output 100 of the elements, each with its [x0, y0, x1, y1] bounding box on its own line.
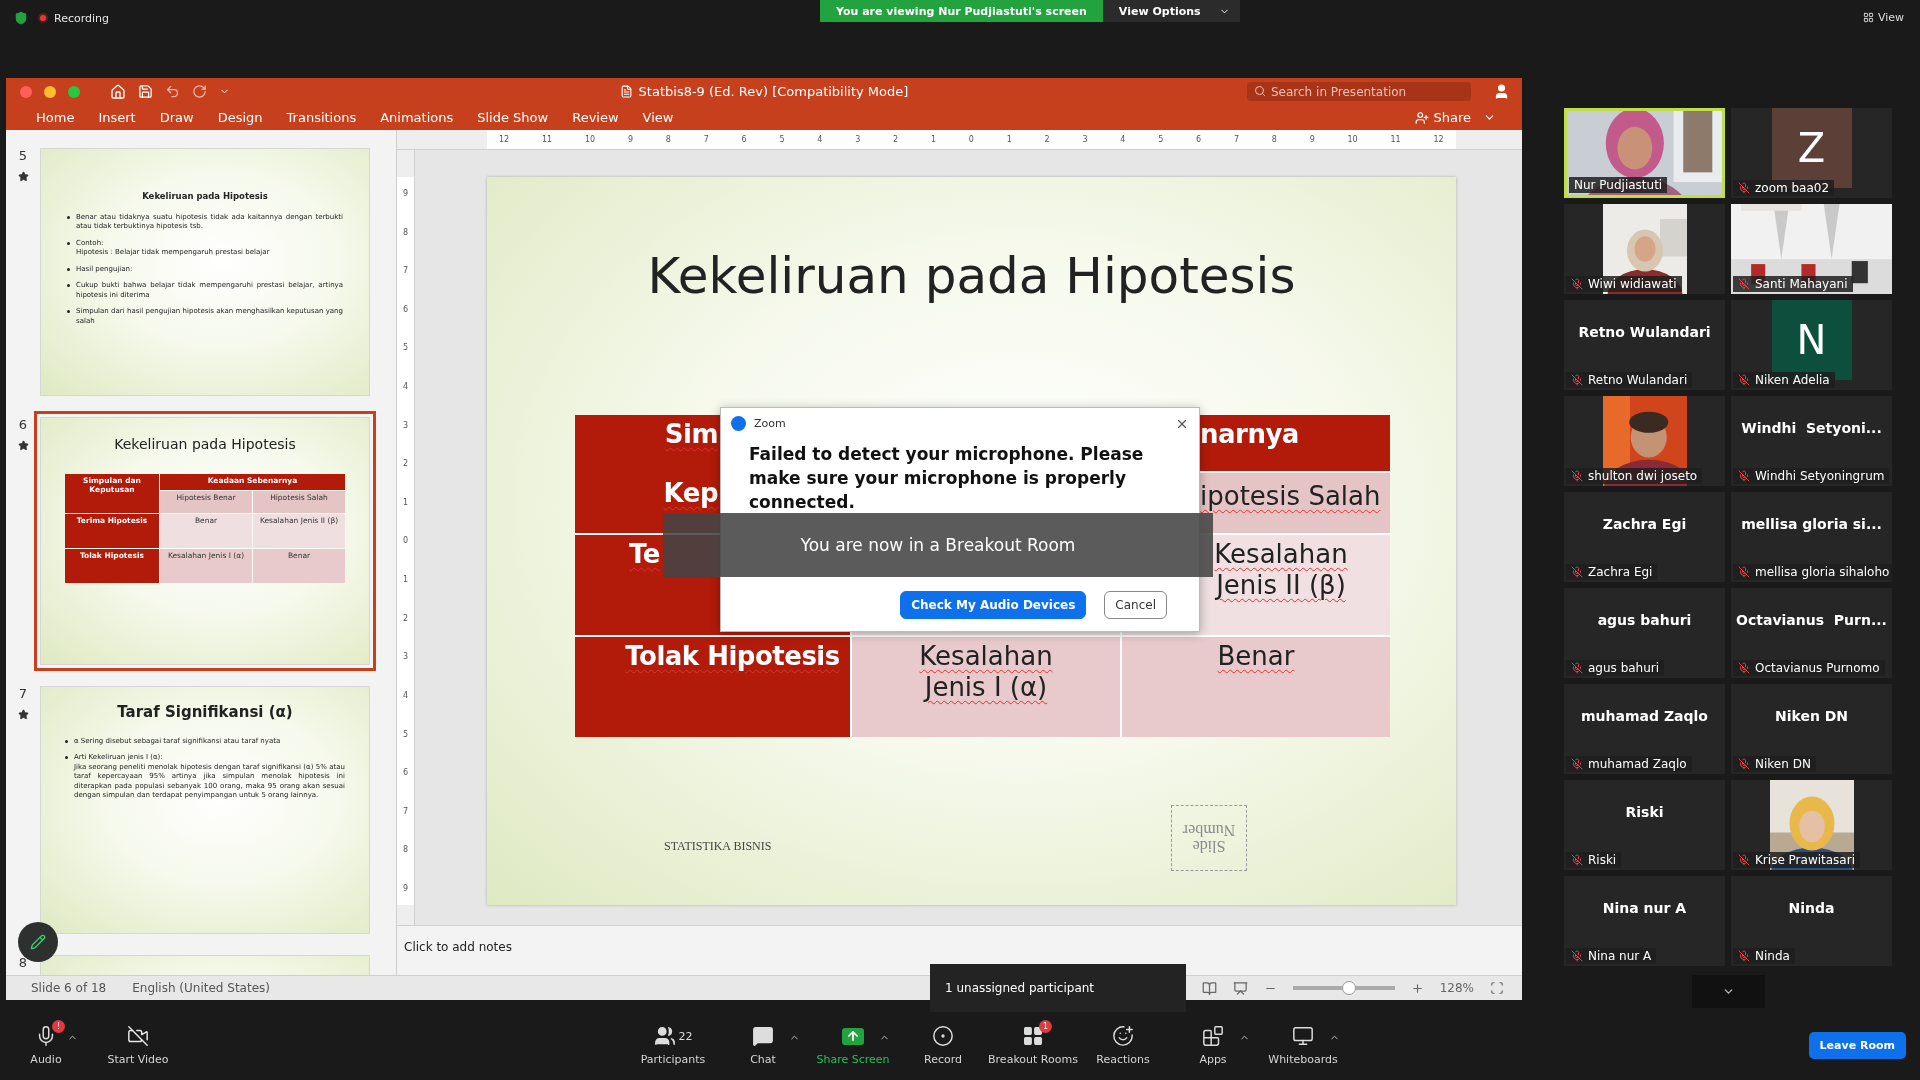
window-minimize-button[interactable]	[44, 85, 56, 98]
video-tile[interactable]: agus bahuri agus bahuri	[1564, 588, 1725, 678]
video-tile[interactable]: Nina nur A Nina nur A	[1564, 876, 1725, 966]
name-label: Ninda	[1733, 948, 1795, 964]
name-label: muhamad Zaqlo	[1566, 756, 1692, 772]
pencil-icon	[30, 934, 46, 950]
video-tile[interactable]: Windhi Setyoni... Windhi Setyoningrum	[1731, 396, 1892, 486]
video-tile[interactable]: Zachra Egi Zachra Egi	[1564, 492, 1725, 582]
participant-name: Retno Wulandari	[1578, 324, 1711, 340]
name-label: Octavianus Purnomo	[1733, 660, 1885, 676]
participant-count: 22	[678, 1029, 693, 1043]
slide-thumbnail[interactable]	[40, 148, 370, 396]
name-label: Zachra Egi	[1566, 564, 1658, 580]
slideshow-icon[interactable]	[1232, 980, 1248, 996]
ribbon-tab[interactable]: Home	[24, 105, 87, 130]
apps-icon	[1202, 1025, 1224, 1047]
recording-indicator: Recording	[38, 11, 110, 25]
video-tile[interactable]: Niken DN Niken DN	[1731, 684, 1892, 774]
ribbon-tab[interactable]: Design	[205, 105, 275, 130]
table-cell: Kesalahan Jenis I (α)	[852, 637, 1120, 737]
table-cell: Benar	[1122, 637, 1390, 737]
video-tile[interactable]: Nur Pudjiastuti	[1564, 108, 1725, 198]
video-tile[interactable]: shulton dwi joseto	[1564, 396, 1725, 486]
toolbar-button[interactable]: Chat	[718, 1024, 808, 1066]
star-icon	[17, 440, 29, 451]
ribbon-tab[interactable]: Slide Show	[465, 105, 561, 130]
video-tile[interactable]: Santi Mahayani	[1731, 204, 1892, 294]
toolbar-button[interactable]: Whiteboards	[1258, 1024, 1348, 1066]
home-icon[interactable]	[110, 83, 126, 100]
name-label: zoom baa02	[1733, 180, 1835, 196]
dialog-button[interactable]: Cancel	[1104, 591, 1167, 619]
participant-name: Niken DN	[1774, 708, 1849, 724]
zoom-logo-icon	[731, 416, 746, 431]
toolbar-button[interactable]: 22 Participants	[628, 1024, 718, 1066]
slide-number: 7	[18, 686, 28, 701]
video-tile[interactable]: mellisa gloria si... mellisa gloria sihaloho	[1731, 492, 1892, 582]
ruler: 9 8 7 6 5 4 3 2 1 0 1 2 3 4 5 6 7 8 9	[397, 177, 414, 905]
video-tile[interactable]: Riski Riski	[1564, 780, 1725, 870]
participant-name: Nina nur A	[1602, 900, 1687, 916]
view-button[interactable]: View	[1856, 10, 1910, 25]
ribbon-tab[interactable]: View	[630, 105, 686, 130]
share-screen-icon	[842, 1027, 864, 1045]
video-tile[interactable]: Z zoom baa02	[1731, 108, 1892, 198]
toolbar-button[interactable]: Reactions	[1078, 1024, 1168, 1066]
slide-thumbnail[interactable]	[40, 686, 370, 934]
account-icon[interactable]	[1493, 83, 1510, 100]
ribbon-tab[interactable]: Transitions	[274, 105, 369, 130]
toolbar-button[interactable]: Share Screen	[808, 1024, 898, 1066]
video-tile[interactable]: N Niken Adelia	[1731, 300, 1892, 390]
video-tile[interactable]: Retno Wulandari Retno Wulandari	[1564, 300, 1725, 390]
share-button[interactable]: Share	[1409, 109, 1502, 126]
video-tile[interactable]: muhamad Zaqlo muhamad Zaqlo	[1564, 684, 1725, 774]
shield-icon	[14, 11, 28, 25]
name-label: shulton dwi joseto	[1566, 468, 1703, 484]
grid-icon	[1022, 1025, 1044, 1047]
fit-slide-icon[interactable]	[1490, 981, 1504, 995]
video-tile[interactable]: Wiwi widiawati	[1564, 204, 1725, 294]
leave-room-button[interactable]: Leave Room	[1808, 1031, 1906, 1059]
slide-number: 8	[18, 955, 28, 970]
ribbon-tab[interactable]: Insert	[86, 105, 148, 130]
video-tile[interactable]: Krise Prawitasari	[1731, 780, 1892, 870]
reading-view-icon[interactable]	[1201, 980, 1217, 996]
redo-icon[interactable]	[192, 84, 207, 99]
toolbar-button[interactable]: Apps	[1168, 1024, 1258, 1066]
ribbon-tab[interactable]: Review	[560, 105, 631, 130]
ribbon-tab[interactable]: Animations	[368, 105, 466, 130]
video-tile[interactable]: Ninda Ninda	[1731, 876, 1892, 966]
table-cell: Tolak Hipotesis	[575, 637, 850, 737]
notification-badge: !	[52, 1020, 65, 1033]
toast-notification: You are now in a Breakout Room	[663, 513, 1213, 577]
chat-icon	[752, 1025, 774, 1047]
bullet-icon	[67, 284, 70, 288]
slide-title: Kekeliruan pada Hipotesis	[647, 247, 1296, 305]
notes-pane[interactable]: Click to add notes	[397, 925, 1522, 975]
zoom-in-icon[interactable]	[1410, 981, 1424, 995]
search-field[interactable]: Search in Presentation	[1247, 82, 1471, 101]
grid-icon	[1862, 12, 1874, 23]
undo-icon[interactable]	[165, 84, 180, 99]
bullet-icon	[67, 241, 70, 245]
ribbon-tab[interactable]: Draw	[147, 105, 206, 130]
toolbar-button[interactable]: Start Video	[98, 1024, 178, 1066]
dialog-button[interactable]: Check My Audio Devices	[900, 591, 1087, 619]
name-label: Niken Adelia	[1733, 372, 1835, 388]
slide-title: Kekeliruan pada Hipotesis	[114, 436, 296, 452]
slide-number: 6	[18, 417, 28, 432]
name-label: Nur Pudjiastuti	[1569, 177, 1668, 193]
participant-name: Riski	[1625, 804, 1664, 820]
ruler: 12 11 10 9 8 7 6 5 4 3 2 1 0 1 2 3 4 5 6 7 8 9 10 11 12	[487, 130, 1456, 149]
slide-number: 5	[18, 148, 28, 163]
video-tile[interactable]: Octavianus Purn... Octavianus Purnomo	[1731, 588, 1892, 678]
view-options-button[interactable]: View Options	[1102, 0, 1240, 22]
participant-name: muhamad Zaqlo	[1581, 708, 1708, 724]
tooltip: 1 unassigned participant	[930, 964, 1186, 1012]
slide-count: Slide 6 of 18	[31, 981, 107, 995]
name-label: Retno Wulandari	[1566, 372, 1693, 388]
name-label: Santi Mahayani	[1733, 276, 1853, 292]
toolbar-button[interactable]: Record	[898, 1024, 988, 1066]
save-icon[interactable]	[138, 84, 153, 99]
viewing-banner: You are viewing Nur Pudjiastuti's screen	[820, 0, 1103, 22]
name-label: Wiwi widiawati	[1566, 276, 1682, 292]
